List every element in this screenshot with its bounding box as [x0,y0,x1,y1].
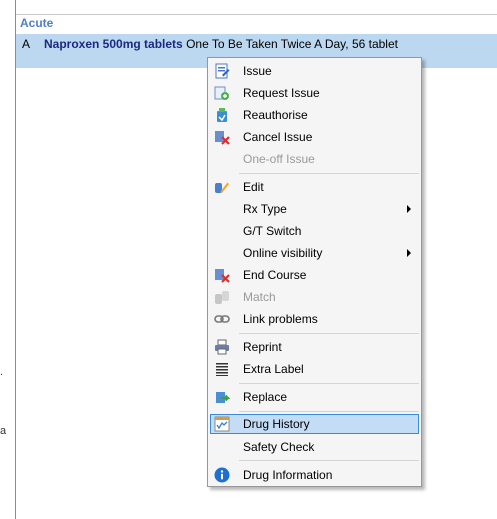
menu-separator [239,383,419,384]
drug-history-icon [214,416,230,432]
menu-item-label: Request Issue [243,86,320,100]
menu-item-request-issue[interactable]: Request Issue [210,83,419,103]
context-menu: Issue Request Issue Reauthorise Cancel I… [207,57,422,487]
menu-item-edit[interactable]: Edit [210,177,419,197]
issue-icon [214,63,230,79]
menu-item-label: Drug History [243,417,310,431]
menu-item-drug-history[interactable]: Drug History [210,414,419,434]
left-pane-mark: . [0,366,4,378]
menu-separator [239,411,419,412]
drug-code: A [22,37,31,51]
menu-item-label: Extra Label [243,362,304,376]
menu-item-match[interactable]: Match [210,287,419,307]
menu-separator [239,460,419,461]
menu-item-label: Reauthorise [243,108,308,122]
menu-item-one-off-issue[interactable]: One-off Issue [210,149,419,169]
menu-item-label: Rx Type [243,202,287,216]
reauthorise-icon [214,107,230,123]
menu-item-gt-switch[interactable]: G/T Switch [210,221,419,241]
menu-separator [239,333,419,334]
request-issue-icon [214,85,230,101]
group-title: Acute [20,16,54,30]
menu-item-extra-label[interactable]: Extra Label [210,359,419,379]
menu-item-link-problems[interactable]: Link problems [210,309,419,329]
menu-item-label: Reprint [243,340,282,354]
replace-icon [214,389,231,405]
menu-item-label: End Course [243,268,307,282]
menu-item-end-course[interactable]: End Course [210,265,419,285]
menu-item-reprint[interactable]: Reprint [210,337,419,357]
edit-icon [214,179,230,195]
group-header-acute: Acute [16,14,497,34]
left-pane-edge: . a [0,0,15,519]
menu-item-label: Drug Information [243,468,333,482]
menu-item-label: Issue [243,64,272,78]
menu-item-label: Match [243,290,276,304]
menu-item-drug-information[interactable]: Drug Information [210,465,419,485]
cancel-issue-icon [214,129,230,145]
menu-item-replace[interactable]: Replace [210,387,419,407]
menu-item-label: G/T Switch [243,224,302,238]
label-lines-icon [214,361,230,377]
menu-item-label: Safety Check [243,440,315,454]
drug-line: Naproxen 500mg tablets One To Be Taken T… [44,37,398,51]
menu-item-issue[interactable]: Issue [210,61,419,81]
menu-item-label: Link problems [243,312,318,326]
match-icon [214,289,230,305]
submenu-arrow-icon [407,205,411,213]
end-course-icon [214,267,230,283]
submenu-arrow-icon [407,249,411,257]
menu-item-label: Replace [243,390,288,404]
info-icon [214,467,230,483]
link-icon [214,311,230,327]
menu-item-label: Edit [243,180,264,194]
menu-item-cancel-issue[interactable]: Cancel Issue [210,127,419,147]
drug-name: Naproxen 500mg tablets [44,37,183,51]
menu-item-label: Cancel Issue [243,130,313,144]
menu-item-label: Online visibility [243,246,323,260]
menu-item-safety-check[interactable]: Safety Check [210,437,419,457]
menu-item-online-visibility[interactable]: Online visibility [210,243,419,263]
printer-icon [214,339,230,355]
menu-item-label: One-off Issue [243,152,315,166]
menu-separator [239,173,419,174]
left-pane-mark: a [0,425,7,437]
drug-details: One To Be Taken Twice A Day, 56 tablet [186,37,398,51]
menu-item-reauthorise[interactable]: Reauthorise [210,105,419,125]
menu-item-rx-type[interactable]: Rx Type [210,199,419,219]
